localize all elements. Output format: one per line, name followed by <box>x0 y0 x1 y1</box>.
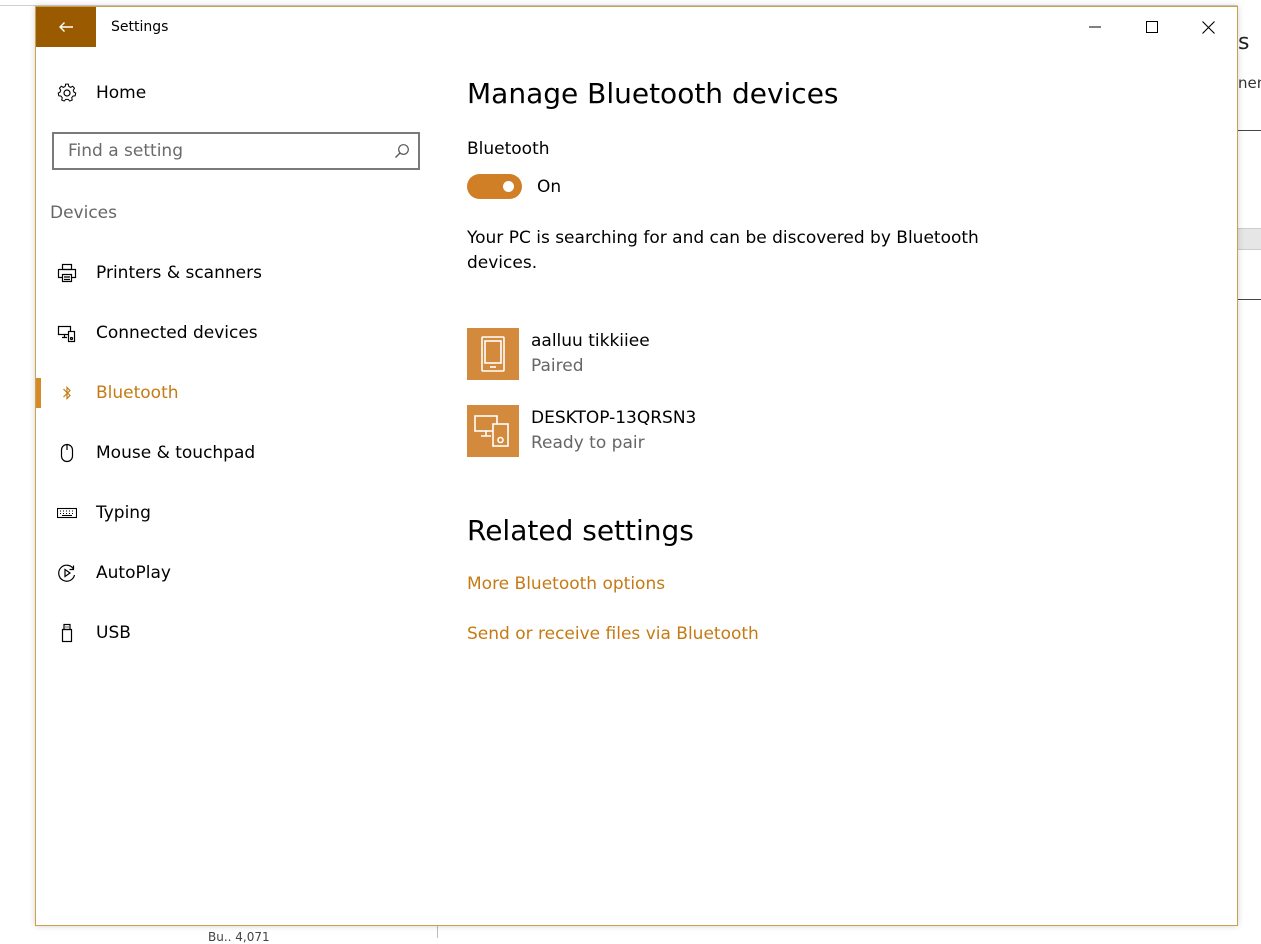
device-status: Ready to pair <box>531 433 645 453</box>
nav-item-label: Typing <box>96 503 151 523</box>
nav-home[interactable]: Home <box>56 77 146 109</box>
bluetooth-toggle-label: Bluetooth <box>467 139 550 159</box>
bluetooth-icon <box>56 382 78 404</box>
nav-item-connected-devices[interactable]: Connected devices <box>36 303 436 363</box>
nav-item-typing[interactable]: Typing <box>36 483 436 543</box>
related-settings-title: Related settings <box>467 514 694 547</box>
background-scrollbar <box>1238 228 1261 250</box>
nav-item-autoplay[interactable]: AutoPlay <box>36 543 436 603</box>
keyboard-icon <box>56 502 78 524</box>
background-window: s nen <box>1238 0 1261 938</box>
device-text: aalluu tikkiiee Paired <box>531 329 650 379</box>
background-divider <box>1238 130 1261 131</box>
background-window-title-fragment: s <box>1238 30 1250 55</box>
window-title: Settings <box>111 19 169 35</box>
toggle-knob <box>503 181 514 192</box>
nav-home-label: Home <box>96 83 147 103</box>
nav-item-label: Connected devices <box>96 323 258 343</box>
device-status: Paired <box>531 356 584 376</box>
device-item[interactable]: DESKTOP-13QRSN3 Ready to pair <box>467 405 967 457</box>
usb-icon <box>56 622 78 644</box>
printer-icon <box>56 262 78 284</box>
device-name: DESKTOP-13QRSN3 <box>531 408 697 428</box>
section-label-devices: Devices <box>50 203 117 223</box>
connected-devices-icon <box>56 322 78 344</box>
nav-item-label: Bluetooth <box>96 383 179 403</box>
device-name: aalluu tikkiiee <box>531 331 650 351</box>
bluetooth-toggle[interactable] <box>467 174 522 199</box>
phone-icon <box>481 336 505 372</box>
back-arrow-icon <box>59 22 73 32</box>
more-bluetooth-options-link[interactable]: More Bluetooth options <box>467 574 665 594</box>
gear-icon <box>56 82 78 104</box>
nav-item-usb[interactable]: USB <box>36 603 436 663</box>
nav-item-label: Printers & scanners <box>96 263 262 283</box>
background-divider <box>1238 299 1261 300</box>
nav-item-printers-scanners[interactable]: Printers & scanners <box>36 243 436 303</box>
background-window-bottom-text: Bu.. 4,071 <box>208 930 270 944</box>
nav-item-label: Mouse & touchpad <box>96 443 256 463</box>
device-tile <box>467 328 519 380</box>
nav-list: Printers & scanners Connected devices Bl… <box>36 243 436 663</box>
nav-item-mouse-touchpad[interactable]: Mouse & touchpad <box>36 423 436 483</box>
main-content: Manage Bluetooth devices Bluetooth On Yo… <box>467 7 1227 925</box>
background-separator <box>437 926 438 938</box>
autoplay-icon <box>56 562 78 584</box>
device-item[interactable]: aalluu tikkiiee Paired <box>467 328 967 380</box>
bluetooth-toggle-state: On <box>537 177 562 197</box>
search-icon <box>395 144 409 158</box>
device-text: DESKTOP-13QRSN3 Ready to pair <box>531 406 696 456</box>
device-tile <box>467 405 519 457</box>
nav-item-bluetooth[interactable]: Bluetooth <box>36 363 436 423</box>
nav-item-label: USB <box>96 623 131 643</box>
page-title: Manage Bluetooth devices <box>467 77 839 110</box>
send-receive-files-link[interactable]: Send or receive files via Bluetooth <box>467 624 759 644</box>
nav-item-label: AutoPlay <box>96 563 171 583</box>
settings-window: Settings Home Devices <box>35 6 1238 926</box>
search-input[interactable] <box>54 140 390 162</box>
computer-phone-icon <box>474 415 509 447</box>
back-button[interactable] <box>36 7 96 47</box>
search-box <box>52 132 420 170</box>
background-window-text-fragment: nen <box>1238 74 1261 92</box>
bluetooth-status-text: Your PC is searching for and can be disc… <box>467 228 979 273</box>
mouse-icon <box>56 442 78 464</box>
